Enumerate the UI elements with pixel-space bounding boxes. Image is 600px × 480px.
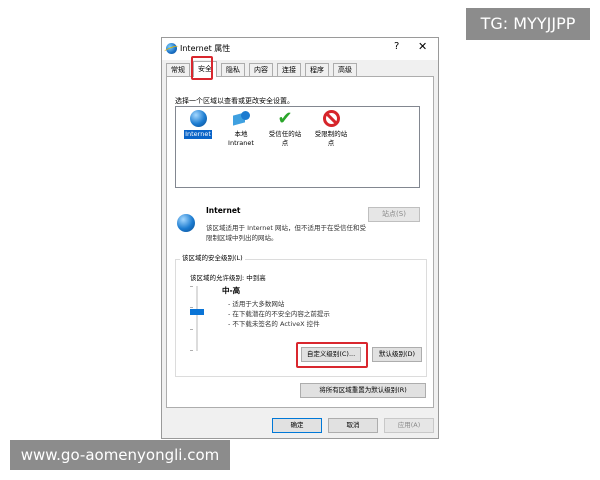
- globe-icon: [189, 110, 207, 127]
- security-tab-panel: 选择一个区域以查看或更改安全设置。 Internet 本地 Intranet ✔…: [166, 76, 434, 408]
- intranet-icon: [233, 110, 250, 127]
- tab-privacy[interactable]: 隐私: [221, 63, 245, 76]
- internet-properties-dialog: Internet 属性 ? ✕ 常规 安全 隐私 内容 连接 程序 高级 选择一…: [161, 37, 439, 439]
- security-level-title: 该区域的安全级别(L): [180, 252, 245, 262]
- zone-label: 受信任的站点: [268, 130, 302, 147]
- globe-icon: [177, 214, 195, 232]
- tab-connections[interactable]: 连接: [277, 63, 301, 76]
- sites-button[interactable]: 站点(S): [368, 207, 420, 222]
- selected-zone-name: Internet: [206, 206, 241, 215]
- zone-local-intranet[interactable]: 本地 Intranet: [224, 110, 258, 148]
- custom-level-button[interactable]: 自定义级别(C)...: [301, 347, 361, 362]
- apply-button[interactable]: 应用(A): [384, 418, 434, 433]
- close-button[interactable]: ✕: [418, 40, 427, 53]
- zone-description: 该区域适用于 Internet 网站，但不适用于在受信任和受限制区域中列出的网站…: [206, 224, 366, 242]
- ok-button[interactable]: 确定: [272, 418, 322, 433]
- help-button[interactable]: ?: [394, 41, 399, 52]
- zone-prompt: 选择一个区域以查看或更改安全设置。: [175, 97, 294, 105]
- level-bullet: 在下载潜在的不安全内容之前提示: [228, 309, 330, 319]
- zone-list: Internet 本地 Intranet ✔ 受信任的站点 受限制的站点: [175, 106, 420, 188]
- cancel-button[interactable]: 取消: [328, 418, 378, 433]
- tab-content[interactable]: 内容: [249, 63, 273, 76]
- zone-label: 受限制的站点: [314, 130, 348, 147]
- blocked-icon: [322, 110, 340, 127]
- security-level-group: 该区域的安全级别(L) 该区域的允许级别: 中到高 中-高 适用于大多数网站 在…: [175, 252, 427, 377]
- default-level-button[interactable]: 默认级别(D): [372, 347, 422, 362]
- level-name: 中-高: [222, 286, 241, 295]
- zone-trusted-sites[interactable]: ✔ 受信任的站点: [266, 110, 304, 148]
- watermark-top: TG: MYYJJPP: [466, 8, 590, 40]
- tab-general[interactable]: 常规: [166, 63, 190, 76]
- internet-explorer-icon: [166, 43, 177, 54]
- dialog-title: Internet 属性: [180, 44, 231, 53]
- tab-programs[interactable]: 程序: [305, 63, 329, 76]
- level-bullet: 不下载未签名的 ActiveX 控件: [228, 319, 330, 329]
- screenshot-page: TG: MYYJJPP Internet 属性 ? ✕ 常规 安全 隐私 内容 …: [0, 0, 600, 480]
- watermark-bottom: www.go-aomenyongli.com: [10, 440, 230, 470]
- zone-label: 本地 Intranet: [228, 130, 254, 147]
- checkmark-icon: ✔: [277, 108, 293, 129]
- zone-restricted-sites[interactable]: 受限制的站点: [311, 110, 351, 148]
- level-description-list: 适用于大多数网站 在下载潜在的不安全内容之前提示 不下载未签名的 ActiveX…: [228, 299, 330, 329]
- allowed-level: 该区域的允许级别: 中到高: [190, 274, 266, 282]
- reset-all-zones-button[interactable]: 将所有区域重置为默认级别(R): [300, 383, 426, 398]
- zone-internet[interactable]: Internet: [181, 110, 215, 139]
- zone-label: Internet: [184, 130, 212, 139]
- slider-thumb[interactable]: [190, 309, 204, 315]
- level-bullet: 适用于大多数网站: [228, 299, 330, 309]
- security-tab-highlight: [191, 56, 213, 80]
- tab-advanced[interactable]: 高级: [333, 63, 357, 76]
- security-level-slider[interactable]: [190, 286, 204, 351]
